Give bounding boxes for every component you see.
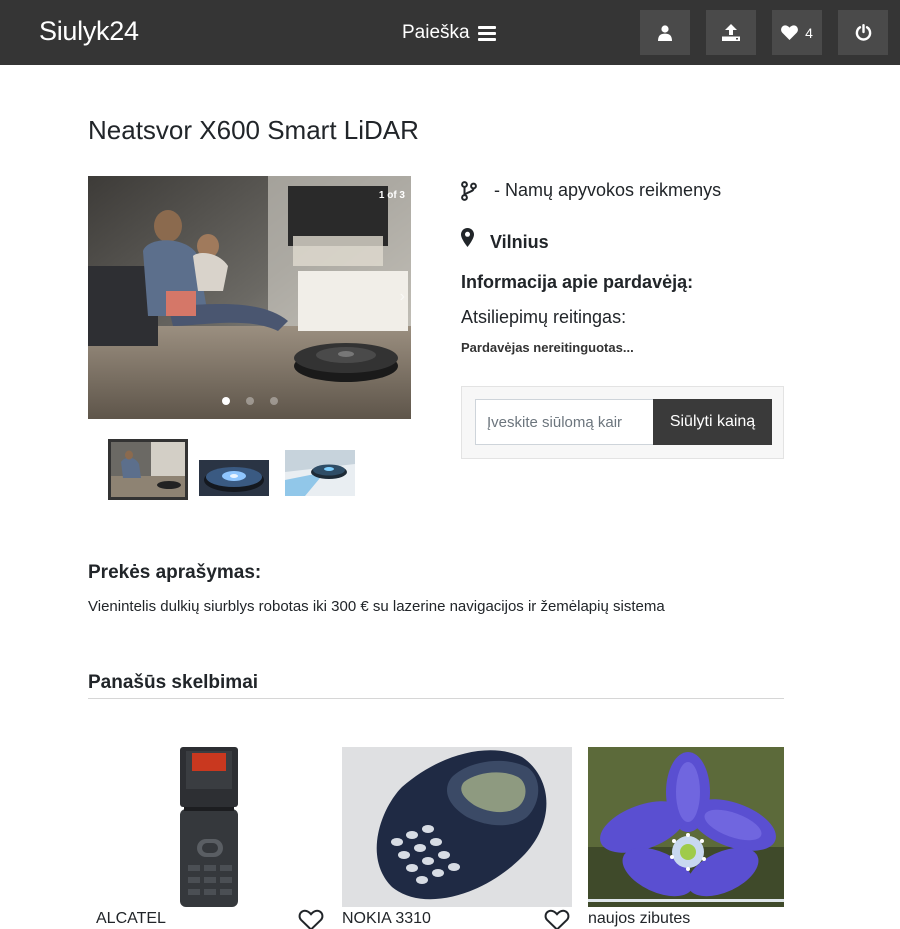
upload-button[interactable] <box>706 10 756 55</box>
thumbnail-3-image <box>285 450 355 496</box>
carousel-dot-2[interactable] <box>245 397 254 405</box>
user-icon <box>658 24 672 41</box>
similar-listings-heading: Panašūs skelbimai <box>88 672 259 693</box>
power-icon <box>855 24 871 41</box>
listing-title[interactable]: ALCATEL <box>96 910 166 928</box>
seller-rating-value: Pardavėjas nereitinguotas... <box>461 340 634 355</box>
description-text: Vienintelis dulkių siurblys robotas iki … <box>88 598 665 615</box>
carousel-counter: 1 of 3 <box>378 190 405 201</box>
listing-title[interactable]: NOKIA 3310 <box>342 910 431 928</box>
listing-thumbnail[interactable] <box>588 747 784 907</box>
search-menu-toggle[interactable]: Paieška <box>402 21 496 45</box>
image-carousel[interactable]: 1 of 3 › <box>88 176 411 419</box>
offer-price-input[interactable] <box>475 399 654 445</box>
heart-icon <box>781 25 799 40</box>
thumbnail-1-image <box>111 442 185 497</box>
thumbnail-2-image <box>199 460 269 496</box>
carousel-next-arrow[interactable]: › <box>400 288 405 306</box>
alcatel-phone-image <box>96 747 326 907</box>
category-row: - Namų apyvokos reikmenys <box>461 180 721 201</box>
upload-icon <box>722 24 740 41</box>
thumbnail-1[interactable] <box>108 439 188 500</box>
search-label: Paieška <box>402 22 470 43</box>
product-photo-main <box>88 176 411 419</box>
listing-location: Vilnius <box>490 232 549 252</box>
description-heading: Prekės aprašymas: <box>88 562 262 583</box>
listing-thumbnail[interactable] <box>96 747 326 907</box>
nokia-phone-image <box>342 747 572 907</box>
seller-info-heading: Informacija apie pardavėją: <box>461 272 694 292</box>
submit-offer-button[interactable]: Siūlyti kainą <box>653 399 772 445</box>
branch-icon <box>461 180 477 201</box>
seller-rating-label: Atsiliepimų reitingas: <box>461 307 627 327</box>
favorites-button[interactable]: 4 <box>772 10 822 55</box>
favorite-heart-icon[interactable] <box>544 909 570 929</box>
listing-thumbnail[interactable] <box>342 747 572 907</box>
location-row: Vilnius <box>461 222 549 253</box>
favorite-heart-icon[interactable] <box>298 909 324 929</box>
brand-logo[interactable]: Siulyk24 <box>39 16 139 47</box>
listing-title[interactable]: naujos zibutes <box>588 910 690 928</box>
favorites-count: 4 <box>805 24 813 41</box>
carousel-indicators <box>88 397 411 405</box>
map-marker-icon <box>461 228 474 247</box>
carousel-dot-1[interactable] <box>221 397 230 405</box>
thumbnail-2[interactable] <box>199 460 269 496</box>
carousel-dot-3[interactable] <box>269 397 278 405</box>
listing-title: Neatsvor X600 Smart LiDAR <box>88 115 419 145</box>
profile-button[interactable] <box>640 10 690 55</box>
listing-category: - Namų apyvokos reikmenys <box>494 180 722 200</box>
menu-icon <box>477 25 496 41</box>
section-divider <box>88 698 784 699</box>
logout-button[interactable] <box>838 10 888 55</box>
flower-image <box>588 747 784 907</box>
price-offer-form: Siūlyti kainą <box>461 386 784 459</box>
thumbnail-3[interactable] <box>285 450 355 496</box>
top-navbar: Siulyk24 Paieška 4 <box>0 0 900 65</box>
